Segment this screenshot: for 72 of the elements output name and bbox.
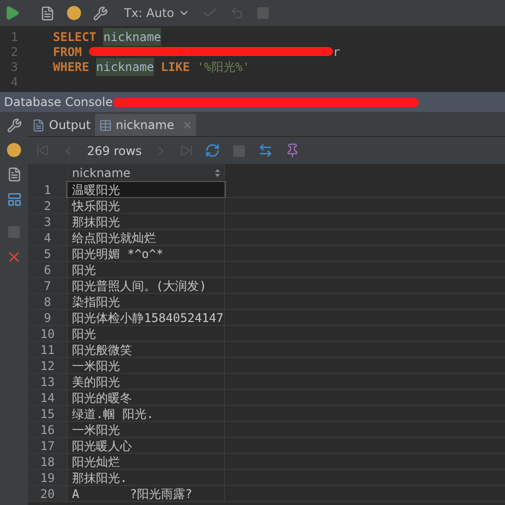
- table-cell[interactable]: 那抹阳光.: [67, 470, 225, 485]
- table-cell[interactable]: 阳光明媚 *^o^*: [67, 246, 225, 261]
- row-number: 20: [28, 486, 67, 501]
- code-token: r: [332, 44, 340, 60]
- row-number: 6: [28, 262, 67, 277]
- tab[interactable]: nickname ×: [94, 114, 196, 136]
- row-number: 19: [28, 470, 67, 485]
- row-number: 16: [28, 422, 67, 437]
- table-cell[interactable]: 一米阳光: [67, 358, 225, 373]
- table-cell[interactable]: 那抹阳光: [67, 214, 225, 229]
- table-cell[interactable]: 阳光体检小静15840524147: [67, 310, 225, 325]
- table-cell[interactable]: 阳光: [67, 262, 225, 277]
- table-cell[interactable]: 阳光的暖冬: [67, 390, 225, 405]
- table-cell[interactable]: A ?阳光雨露?: [67, 486, 225, 501]
- console-title: Database Console: [4, 94, 113, 111]
- run-icon[interactable]: [4, 5, 20, 21]
- table-cell[interactable]: 阳光普照人间。(大润发): [67, 278, 225, 293]
- row-number: 15: [28, 406, 67, 421]
- table-cell[interactable]: 阳光灿烂: [67, 454, 225, 469]
- layout-icon[interactable]: [6, 192, 22, 207]
- line-number: 3: [10, 58, 19, 76]
- table-cell[interactable]: 绿道.帼 阳光.: [67, 406, 225, 421]
- row-number: 1: [28, 182, 67, 197]
- code-token: SELECT: [53, 28, 96, 46]
- wrench-icon[interactable]: [93, 6, 108, 20]
- table-cell[interactable]: 阳光: [67, 326, 225, 341]
- row-count: 269 rows: [87, 142, 142, 160]
- tab-label: nickname: [116, 117, 174, 134]
- table-cell[interactable]: 阳光般微笑: [67, 342, 225, 357]
- code-token: nickname: [96, 58, 154, 76]
- row-number: 4: [28, 230, 67, 245]
- table-cell[interactable]: 阳光暖人心: [67, 438, 225, 453]
- row-number: 5: [28, 246, 67, 261]
- row-number: 12: [28, 358, 67, 373]
- code-editor[interactable]: 1 SELECT nickname 2 FROM r 3 WHERE nickname LIKE '%阳光%' 4: [0, 26, 505, 92]
- row-number: 8: [28, 294, 67, 309]
- document-icon[interactable]: [40, 6, 55, 20]
- line-number: 4: [10, 74, 19, 90]
- transaction-dropdown[interactable]: Tx: Auto: [124, 4, 190, 22]
- sort-icon[interactable]: [215, 169, 220, 177]
- row-number: 10: [28, 326, 67, 341]
- table-cell[interactable]: 温暖阳光: [67, 182, 225, 197]
- row-number: 17: [28, 438, 67, 453]
- code-token: '%阳光%': [196, 58, 250, 76]
- row-number: 2: [28, 198, 67, 213]
- wrench-icon[interactable]: [6, 118, 22, 133]
- document-icon[interactable]: [6, 167, 22, 182]
- code-token: FROM: [53, 44, 82, 60]
- row-number: 9: [28, 310, 67, 325]
- output-icon: [32, 118, 45, 132]
- pin-icon[interactable]: [284, 143, 300, 158]
- table-cell[interactable]: 美的阳光: [67, 374, 225, 389]
- code-token: nickname: [103, 28, 162, 46]
- code-token: LIKE: [160, 58, 190, 76]
- table-cell[interactable]: 快乐阳光: [67, 198, 225, 213]
- row-number: 13: [28, 374, 67, 389]
- tab-label: Output: [49, 117, 91, 134]
- table-icon: [98, 118, 112, 132]
- column-header[interactable]: nickname: [67, 164, 225, 182]
- table-cell[interactable]: 给点阳光就灿烂: [67, 230, 225, 245]
- row-number: 3: [28, 214, 67, 229]
- refresh-icon[interactable]: [204, 143, 220, 158]
- code-token: WHERE: [53, 58, 90, 76]
- row-number: 14: [28, 390, 67, 405]
- row-number: 18: [28, 454, 67, 469]
- line-number: 1: [10, 28, 19, 46]
- row-number: 11: [28, 342, 67, 357]
- table-cell[interactable]: 一米阳光: [67, 422, 225, 437]
- arrows-icon[interactable]: [258, 143, 273, 158]
- table-cell[interactable]: 染指阳光: [67, 294, 225, 309]
- row-number: 7: [28, 278, 67, 293]
- line-number: 2: [10, 44, 19, 60]
